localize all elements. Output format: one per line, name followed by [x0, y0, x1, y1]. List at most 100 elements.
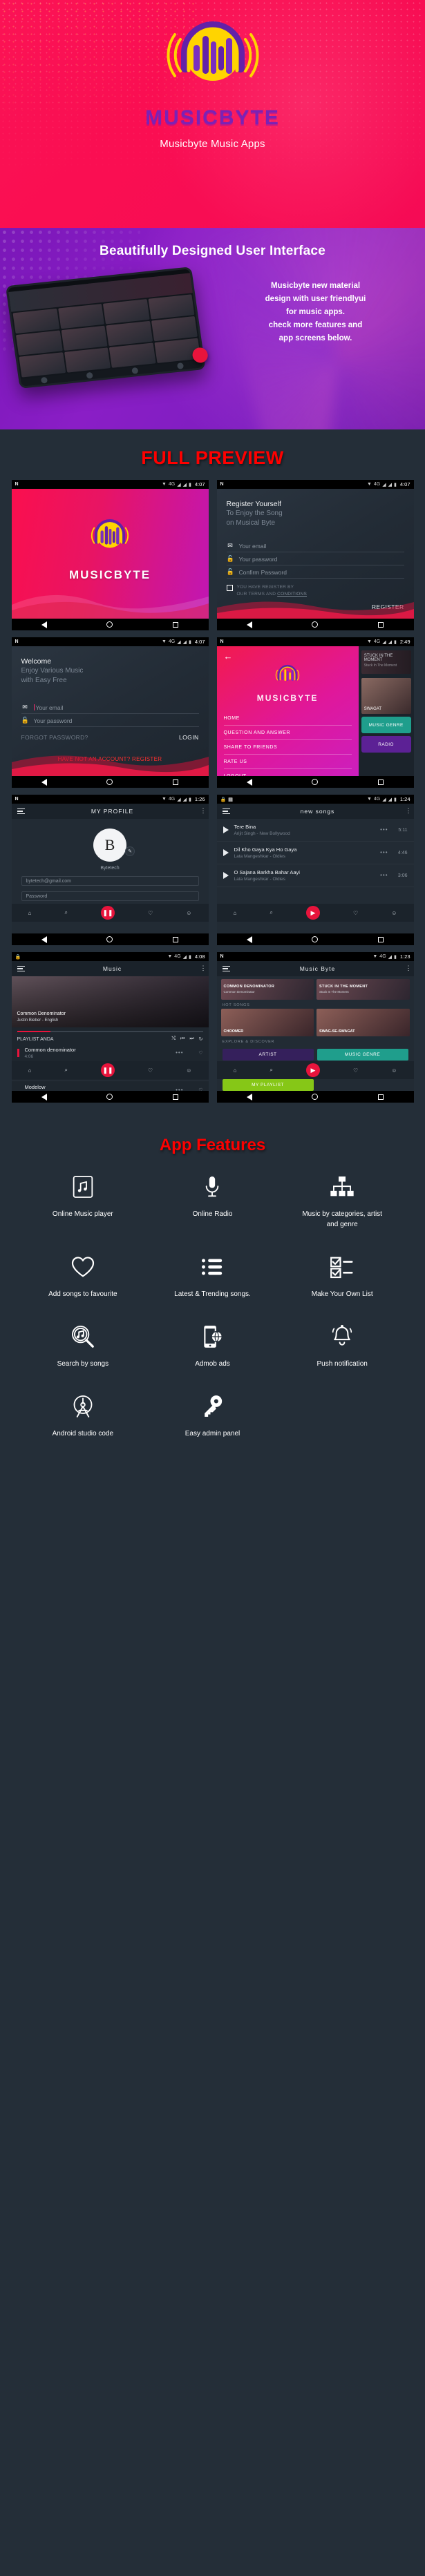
back-icon[interactable]: [246, 621, 252, 628]
android-nav-bar[interactable]: [11, 776, 209, 788]
account-tab-icon[interactable]: ☺: [186, 1067, 191, 1074]
android-nav-bar[interactable]: [216, 776, 414, 788]
drawer-item-rate[interactable]: RATE US: [223, 755, 352, 769]
play-icon[interactable]: [223, 849, 229, 856]
arrow-left-icon[interactable]: ←: [224, 652, 352, 661]
home-icon[interactable]: [106, 936, 113, 942]
overflow-menu-icon[interactable]: ⋮: [200, 965, 207, 971]
hot-song-card[interactable]: SWAG-SE-SWAGAT: [317, 1009, 410, 1036]
recents-icon[interactable]: [378, 621, 384, 628]
drawer-item-home[interactable]: HOME: [223, 711, 352, 726]
explore-button-genre[interactable]: MUSIC GENRE: [317, 1049, 408, 1061]
next-icon[interactable]: ⏭: [189, 1036, 193, 1042]
login-submit-button[interactable]: LOGIN: [179, 734, 198, 741]
back-icon[interactable]: [246, 1093, 252, 1101]
drawer-item-qa[interactable]: QUESTION AND ANSWER: [223, 726, 352, 740]
home-icon[interactable]: [312, 779, 319, 785]
home-tab-icon[interactable]: ⌂: [28, 1067, 32, 1074]
background-chip-genre[interactable]: MUSIC GENRE: [361, 717, 411, 733]
back-icon[interactable]: [246, 778, 252, 786]
drawer-item-logout[interactable]: LOGOUT: [224, 769, 352, 776]
repeat-icon[interactable]: ↻: [199, 1036, 203, 1042]
favourite-tab-icon[interactable]: ♡: [148, 1067, 153, 1074]
home-icon[interactable]: [106, 621, 113, 628]
hot-song-card[interactable]: CHOOMER: [220, 1009, 314, 1036]
back-icon[interactable]: [41, 778, 47, 786]
overflow-menu-icon[interactable]: ⋮: [200, 807, 207, 814]
overflow-menu-icon[interactable]: ⋮: [406, 965, 412, 971]
register-password-field[interactable]: 🔓 Your password: [226, 552, 404, 566]
drawer-item-share[interactable]: SHARE TO FRIENDS: [223, 740, 352, 755]
play-icon[interactable]: [223, 826, 229, 833]
background-chip-radio[interactable]: RADIO: [361, 736, 411, 753]
android-nav-bar[interactable]: [216, 1091, 414, 1103]
home-icon[interactable]: [106, 1094, 113, 1100]
home-tab-icon[interactable]: ⌂: [28, 910, 32, 916]
recents-icon[interactable]: [173, 936, 179, 942]
song-row[interactable]: Tere Bina Arijit Singh - New Bollywood •…: [216, 819, 414, 842]
terms-checkbox[interactable]: [226, 585, 233, 592]
explore-button-playlist[interactable]: MY PLAYLIST: [222, 1079, 314, 1091]
favourite-icon[interactable]: ♡: [189, 1087, 202, 1091]
back-icon[interactable]: [246, 936, 252, 943]
recents-icon[interactable]: [378, 779, 384, 785]
hamburger-icon[interactable]: [222, 807, 230, 815]
song-options-icon[interactable]: •••: [176, 1050, 183, 1056]
home-icon[interactable]: [312, 1094, 319, 1100]
hamburger-icon[interactable]: [222, 965, 230, 973]
favourite-tab-icon[interactable]: ♡: [148, 910, 153, 916]
play-icon[interactable]: [223, 872, 229, 879]
playlist-row[interactable]: Modelow 3:22 ••• ♡: [12, 1081, 209, 1091]
home-tab-icon[interactable]: ⌂: [234, 1067, 237, 1074]
home-icon[interactable]: [106, 779, 113, 785]
back-icon[interactable]: [41, 936, 47, 943]
android-nav-bar[interactable]: [216, 619, 414, 630]
search-tab-icon[interactable]: ⌕: [64, 909, 67, 916]
hamburger-icon[interactable]: [17, 965, 25, 973]
account-tab-icon[interactable]: ☺: [186, 910, 191, 916]
recents-icon[interactable]: [378, 936, 384, 942]
register-email-field[interactable]: ✉ Your email: [226, 539, 404, 553]
song-options-icon[interactable]: •••: [380, 873, 388, 879]
featured-card[interactable]: COMMON DENOMINATOR Common Denominator: [220, 979, 314, 1000]
search-tab-icon[interactable]: ⌕: [270, 1067, 272, 1074]
hamburger-icon[interactable]: [17, 807, 25, 815]
recents-icon[interactable]: [173, 779, 179, 785]
previous-icon[interactable]: ⏮: [180, 1036, 185, 1042]
pause-button[interactable]: ❚❚: [100, 1063, 115, 1077]
back-icon[interactable]: [41, 621, 47, 628]
profile-email-field[interactable]: bytetech@gmail.com: [21, 876, 199, 886]
search-tab-icon[interactable]: ⌕: [270, 909, 272, 916]
overflow-menu-icon[interactable]: ⋮: [406, 807, 412, 814]
home-tab-icon[interactable]: ⌂: [234, 910, 237, 916]
search-tab-icon[interactable]: ⌕: [64, 1067, 67, 1074]
favourite-tab-icon[interactable]: ♡: [353, 910, 358, 916]
login-password-field[interactable]: 🔓 Your password: [21, 714, 199, 728]
play-button[interactable]: ▶: [305, 906, 320, 920]
pause-button[interactable]: ❚❚: [100, 906, 115, 920]
seek-bar[interactable]: [17, 1031, 203, 1032]
register-confirm-field[interactable]: 🔓 Confirm Password: [226, 565, 404, 579]
song-row[interactable]: Dil Kho Gaya Kya Ho Gaya Lata Mangeshkar…: [216, 842, 414, 864]
playlist-row[interactable]: Common denominator 4:06 ••• ♡: [11, 1044, 209, 1063]
login-email-field[interactable]: ✉ Your email: [21, 701, 199, 715]
home-icon[interactable]: [312, 621, 319, 628]
song-options-icon[interactable]: •••: [176, 1087, 183, 1091]
account-tab-icon[interactable]: ☺: [391, 1067, 397, 1074]
explore-button-artist[interactable]: ARTIST: [222, 1049, 314, 1061]
song-options-icon[interactable]: •••: [380, 850, 388, 856]
android-nav-bar[interactable]: [11, 619, 209, 630]
android-nav-bar[interactable]: [11, 1091, 209, 1103]
android-nav-bar[interactable]: [216, 933, 414, 945]
recents-icon[interactable]: [173, 1094, 179, 1100]
android-nav-bar[interactable]: [11, 933, 209, 945]
song-options-icon[interactable]: •••: [380, 827, 388, 833]
song-row[interactable]: O Sajana Barkha Bahar Aayi Lata Mangeshk…: [216, 864, 414, 887]
shuffle-icon[interactable]: ⤭: [171, 1036, 176, 1042]
favourite-icon[interactable]: ♡: [189, 1050, 202, 1056]
recents-icon[interactable]: [378, 1094, 384, 1100]
forgot-password-link[interactable]: FORGOT PASSWORD?: [21, 734, 88, 741]
edit-pencil-icon[interactable]: ✎: [125, 846, 135, 856]
featured-card[interactable]: STUCK IN THE MOMENT Stuck In The Moment: [317, 979, 410, 1000]
profile-password-field[interactable]: Password: [21, 891, 199, 901]
